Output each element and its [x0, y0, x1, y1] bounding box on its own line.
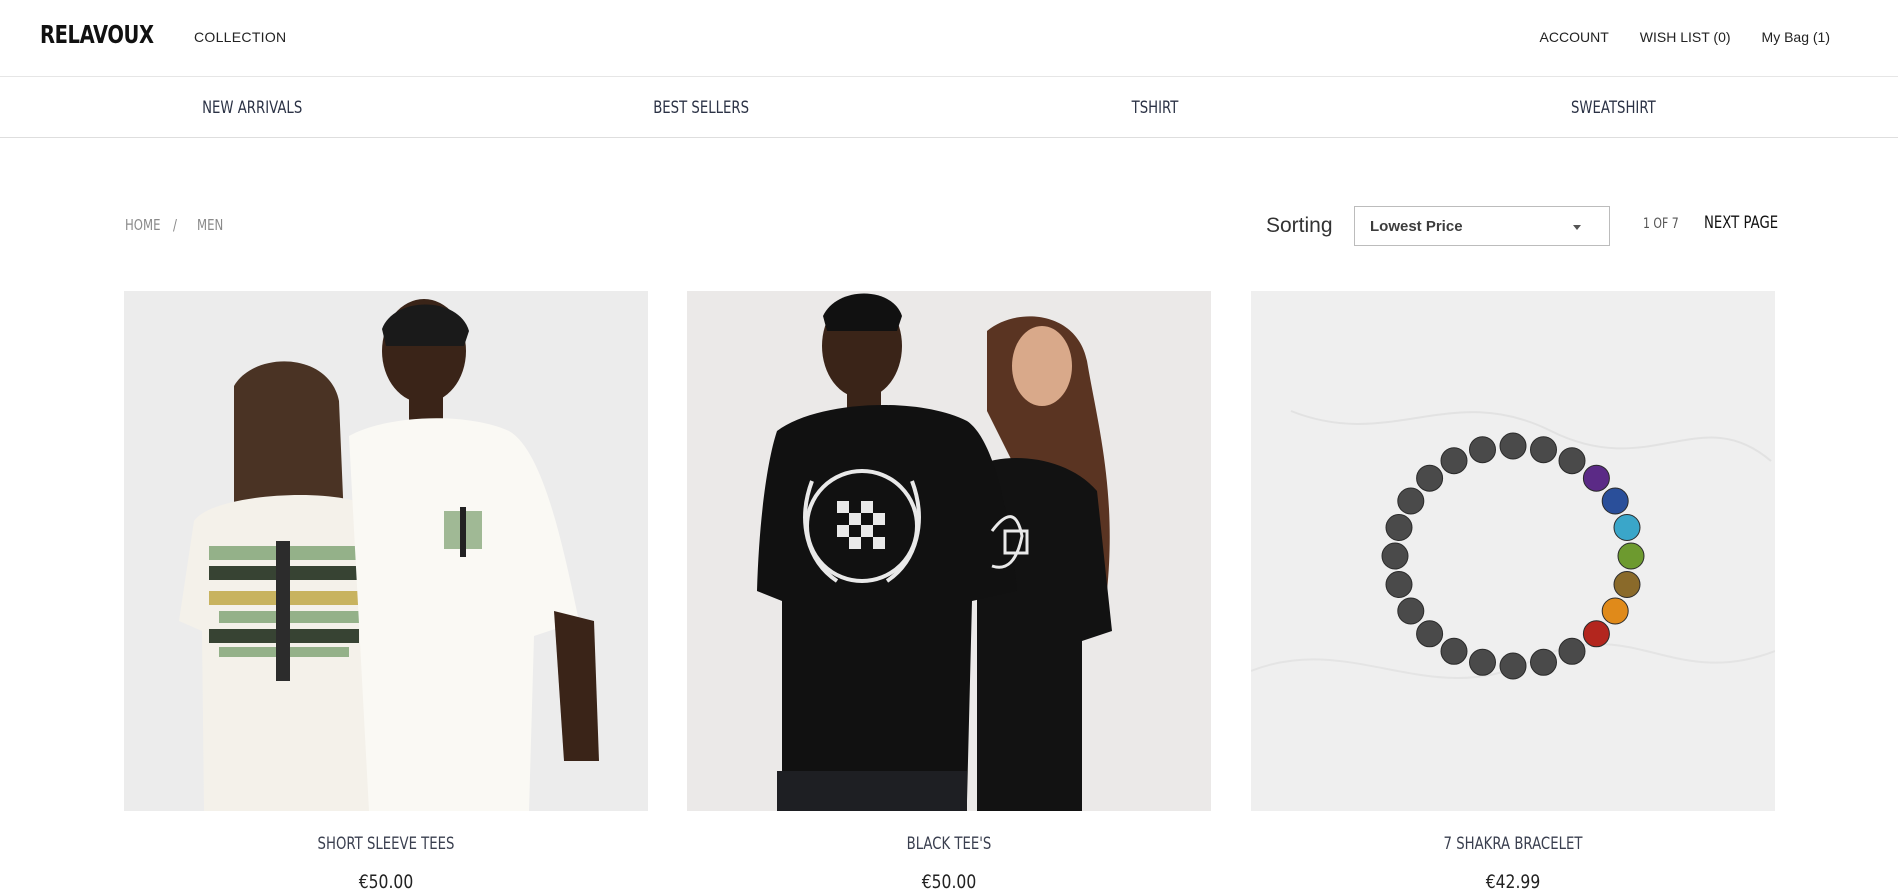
bracelet-bead	[1440, 637, 1468, 665]
site-header: RELAVOUX COLLECTION ACCOUNT WISH LIST (0…	[0, 0, 1898, 77]
bracelet-bead	[1558, 637, 1586, 665]
bracelet-bead	[1385, 571, 1413, 598]
bracelet-bead	[1613, 571, 1641, 598]
bracelet-bead	[1617, 542, 1645, 570]
brand-logo[interactable]: RELAVOUX	[40, 20, 154, 49]
product-card[interactable]: BLACK TEE'S €50.00	[687, 291, 1211, 893]
bracelet-bead	[1582, 464, 1610, 492]
product-name[interactable]: SHORT SLEEVE TEES	[182, 834, 591, 854]
product-image-7-shakra-bracelet[interactable]	[1251, 291, 1775, 811]
sorting-selected-value: Lowest Price	[1370, 218, 1463, 235]
bracelet-bead	[1469, 436, 1496, 464]
bag-link[interactable]: My Bag (1)	[1762, 29, 1830, 45]
photo-bracelet	[1251, 291, 1775, 811]
bracelet-bead	[1499, 652, 1527, 680]
product-image-short-sleeve-tees[interactable]	[124, 291, 648, 811]
nav-item-tshirt[interactable]: TSHIRT	[1132, 98, 1179, 118]
bracelet-bead	[1558, 447, 1586, 475]
photo-couple-black-tees	[687, 291, 1211, 811]
account-link[interactable]: ACCOUNT	[1540, 29, 1609, 45]
product-card[interactable]: SHORT SLEEVE TEES €50.00	[124, 291, 648, 893]
bracelet-bead	[1601, 597, 1629, 625]
nav-item-new-arrivals[interactable]: NEW ARRIVALS	[202, 98, 302, 118]
bracelet-bead	[1499, 432, 1527, 460]
header-user-links: ACCOUNT WISH LIST (0) My Bag (1)	[1540, 29, 1830, 45]
next-page-link[interactable]: NEXT PAGE	[1704, 213, 1778, 233]
bracelet-bead	[1469, 648, 1496, 676]
breadcrumb-current: MEN	[197, 216, 224, 234]
product-name[interactable]: 7 SHAKRA BRACELET	[1309, 834, 1718, 854]
bracelet-bead	[1416, 464, 1444, 492]
product-name[interactable]: BLACK TEE'S	[745, 834, 1154, 854]
bracelet-bead	[1385, 514, 1413, 541]
nav-item-best-sellers[interactable]: BEST SELLERS	[653, 98, 749, 118]
product-card[interactable]: 7 SHAKRA BRACELET €42.99	[1251, 291, 1775, 893]
product-price: €50.00	[921, 871, 977, 893]
wishlist-link[interactable]: WISH LIST (0)	[1640, 29, 1731, 45]
sorting-label: Sorting	[1266, 214, 1333, 237]
bracelet-bead	[1397, 487, 1425, 515]
page-indicator: 1 OF 7	[1643, 216, 1679, 232]
bracelet-bead	[1381, 542, 1409, 570]
bracelet-bead	[1440, 447, 1468, 475]
breadcrumb-home[interactable]: HOME	[125, 216, 161, 234]
category-nav: NEW ARRIVALS BEST SELLERS TSHIRT SWEATSH…	[0, 77, 1898, 138]
photo-couple-white-tees	[124, 291, 648, 811]
bracelet-bead	[1601, 487, 1629, 515]
bracelet-bead	[1416, 620, 1444, 648]
bracelet-bead	[1613, 514, 1641, 541]
nav-item-sweatshirt[interactable]: SWEATSHIRT	[1571, 98, 1656, 118]
sorting-select[interactable]: Lowest Price	[1354, 206, 1610, 246]
product-price: €50.00	[358, 871, 414, 893]
collection-link[interactable]: COLLECTION	[194, 29, 286, 45]
bracelet-bead	[1582, 620, 1610, 648]
product-price: €42.99	[1485, 871, 1541, 893]
chevron-down-icon	[1573, 225, 1581, 230]
bracelet-bead	[1530, 648, 1557, 676]
breadcrumb-separator: /	[173, 216, 177, 234]
breadcrumb: HOME / MEN	[125, 216, 231, 234]
bracelet-bead	[1530, 436, 1557, 464]
product-image-black-tees[interactable]	[687, 291, 1211, 811]
bracelet-bead	[1397, 597, 1425, 625]
